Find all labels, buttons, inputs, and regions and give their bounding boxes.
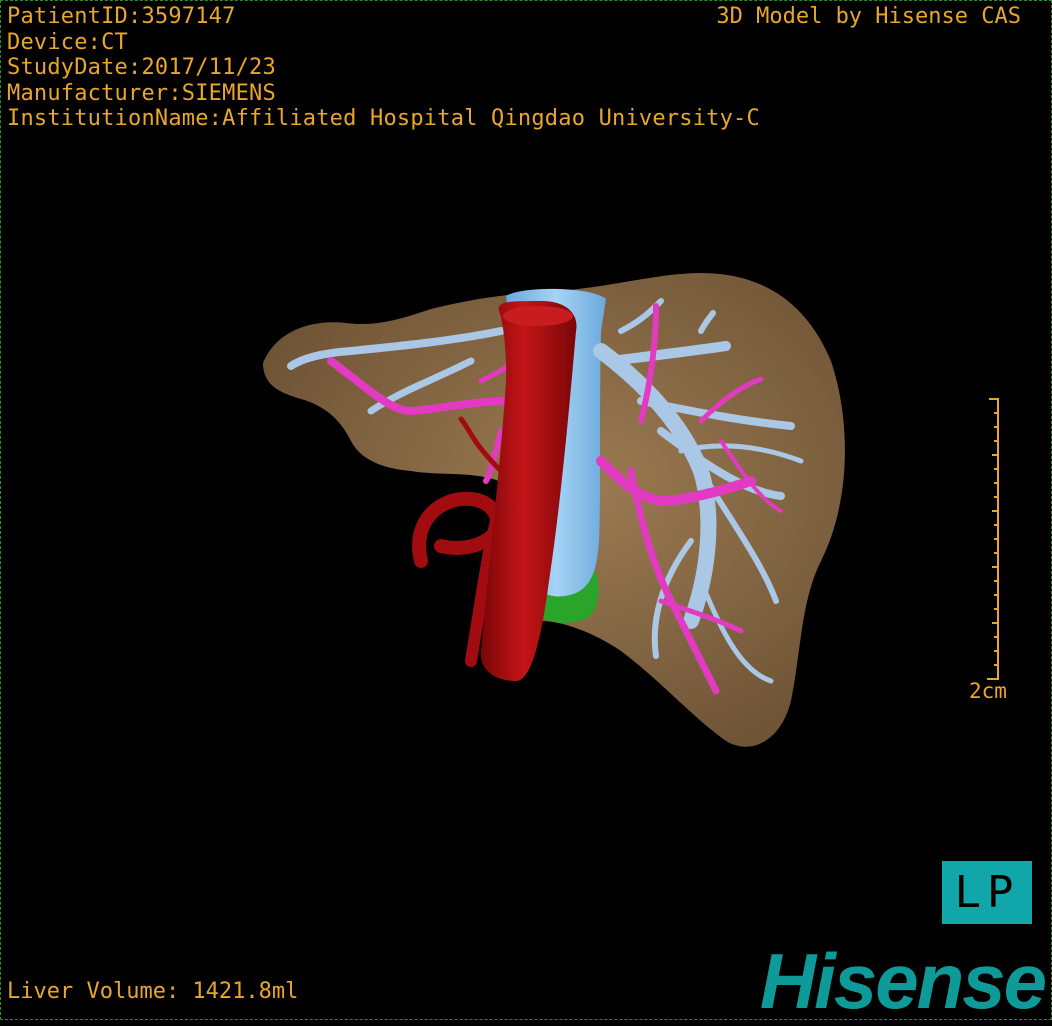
- orientation-indicator[interactable]: LP: [942, 861, 1032, 924]
- scale-label: 2cm: [969, 679, 1007, 703]
- liver-3d-model[interactable]: [1, 1, 1051, 1019]
- scale-bar: [987, 398, 999, 680]
- hisense-logo: Hisense: [759, 937, 1047, 1025]
- liver-volume-text: Liver Volume: 1421.8ml: [7, 979, 299, 1004]
- 3d-viewport[interactable]: PatientID:3597147 Device:CT StudyDate:20…: [0, 0, 1052, 1025]
